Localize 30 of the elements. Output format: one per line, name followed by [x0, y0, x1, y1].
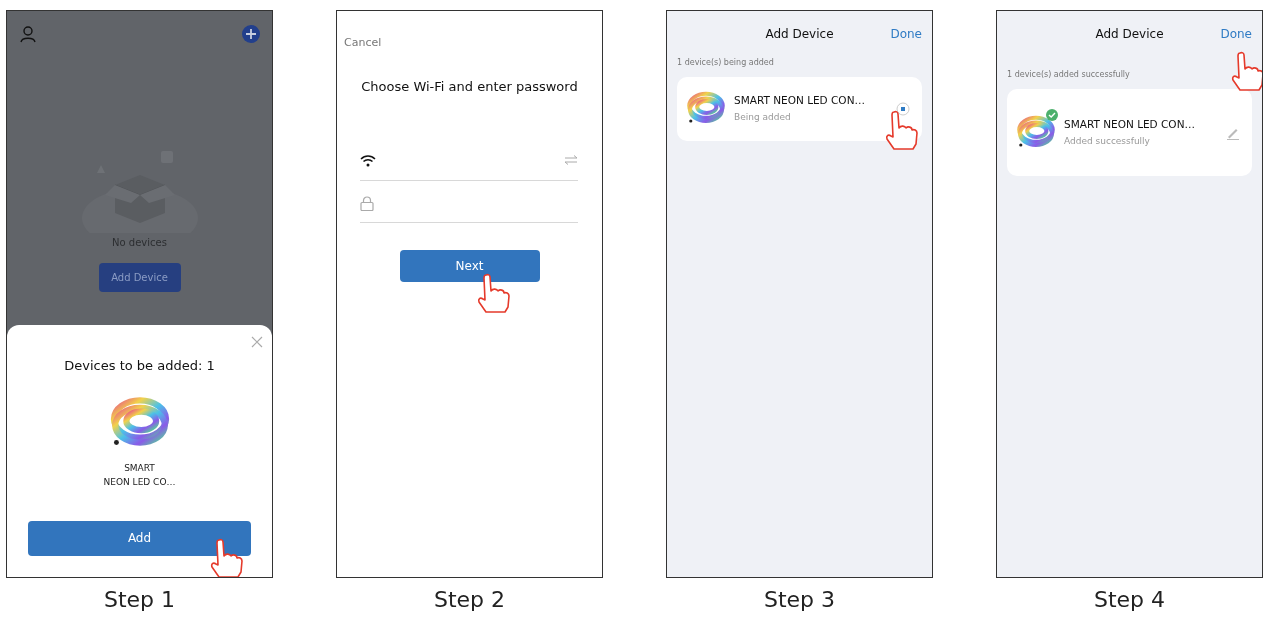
- device-status: Being added: [734, 111, 792, 125]
- sheet-title: Devices to be added: 1: [64, 357, 215, 375]
- step-caption: Step 4: [1093, 588, 1166, 613]
- device-name: SMART NEON LED CON…: [1064, 116, 1196, 132]
- screen-title: Add Device: [1095, 26, 1164, 43]
- status-text: 1 device(s) being added: [677, 57, 775, 69]
- next-button[interactable]: Next: [399, 250, 540, 282]
- screen-title: Add Device: [765, 26, 834, 43]
- wifi-icon: [360, 153, 376, 167]
- stop-icon[interactable]: [896, 102, 910, 116]
- add-icon[interactable]: [242, 25, 260, 43]
- done-link[interactable]: Done: [1220, 25, 1252, 43]
- done-link[interactable]: Done: [890, 25, 922, 43]
- step-caption: Step 3: [763, 588, 836, 613]
- empty-state-text: No devices: [111, 236, 168, 250]
- add-button[interactable]: Add: [28, 520, 251, 556]
- step-caption: Step 1: [103, 588, 176, 613]
- profile-icon: [19, 25, 37, 43]
- switch-icon[interactable]: [564, 155, 578, 165]
- device-name: SMART NEON LED CON…: [734, 93, 866, 109]
- status-text: 1 device(s) added successfully: [1007, 69, 1131, 81]
- device-status: Added successfully: [1064, 134, 1151, 148]
- add-device-button[interactable]: Add Device: [98, 263, 181, 292]
- check-icon: [1046, 108, 1058, 121]
- close-icon[interactable]: [251, 336, 263, 348]
- lock-icon: [360, 196, 374, 211]
- cancel-link[interactable]: Cancel: [344, 35, 382, 52]
- screen-title: Choose Wi-Fi and enter password: [360, 77, 579, 96]
- step-caption: Step 2: [433, 588, 506, 613]
- device-name: SMART NEON LED CO…: [103, 461, 176, 489]
